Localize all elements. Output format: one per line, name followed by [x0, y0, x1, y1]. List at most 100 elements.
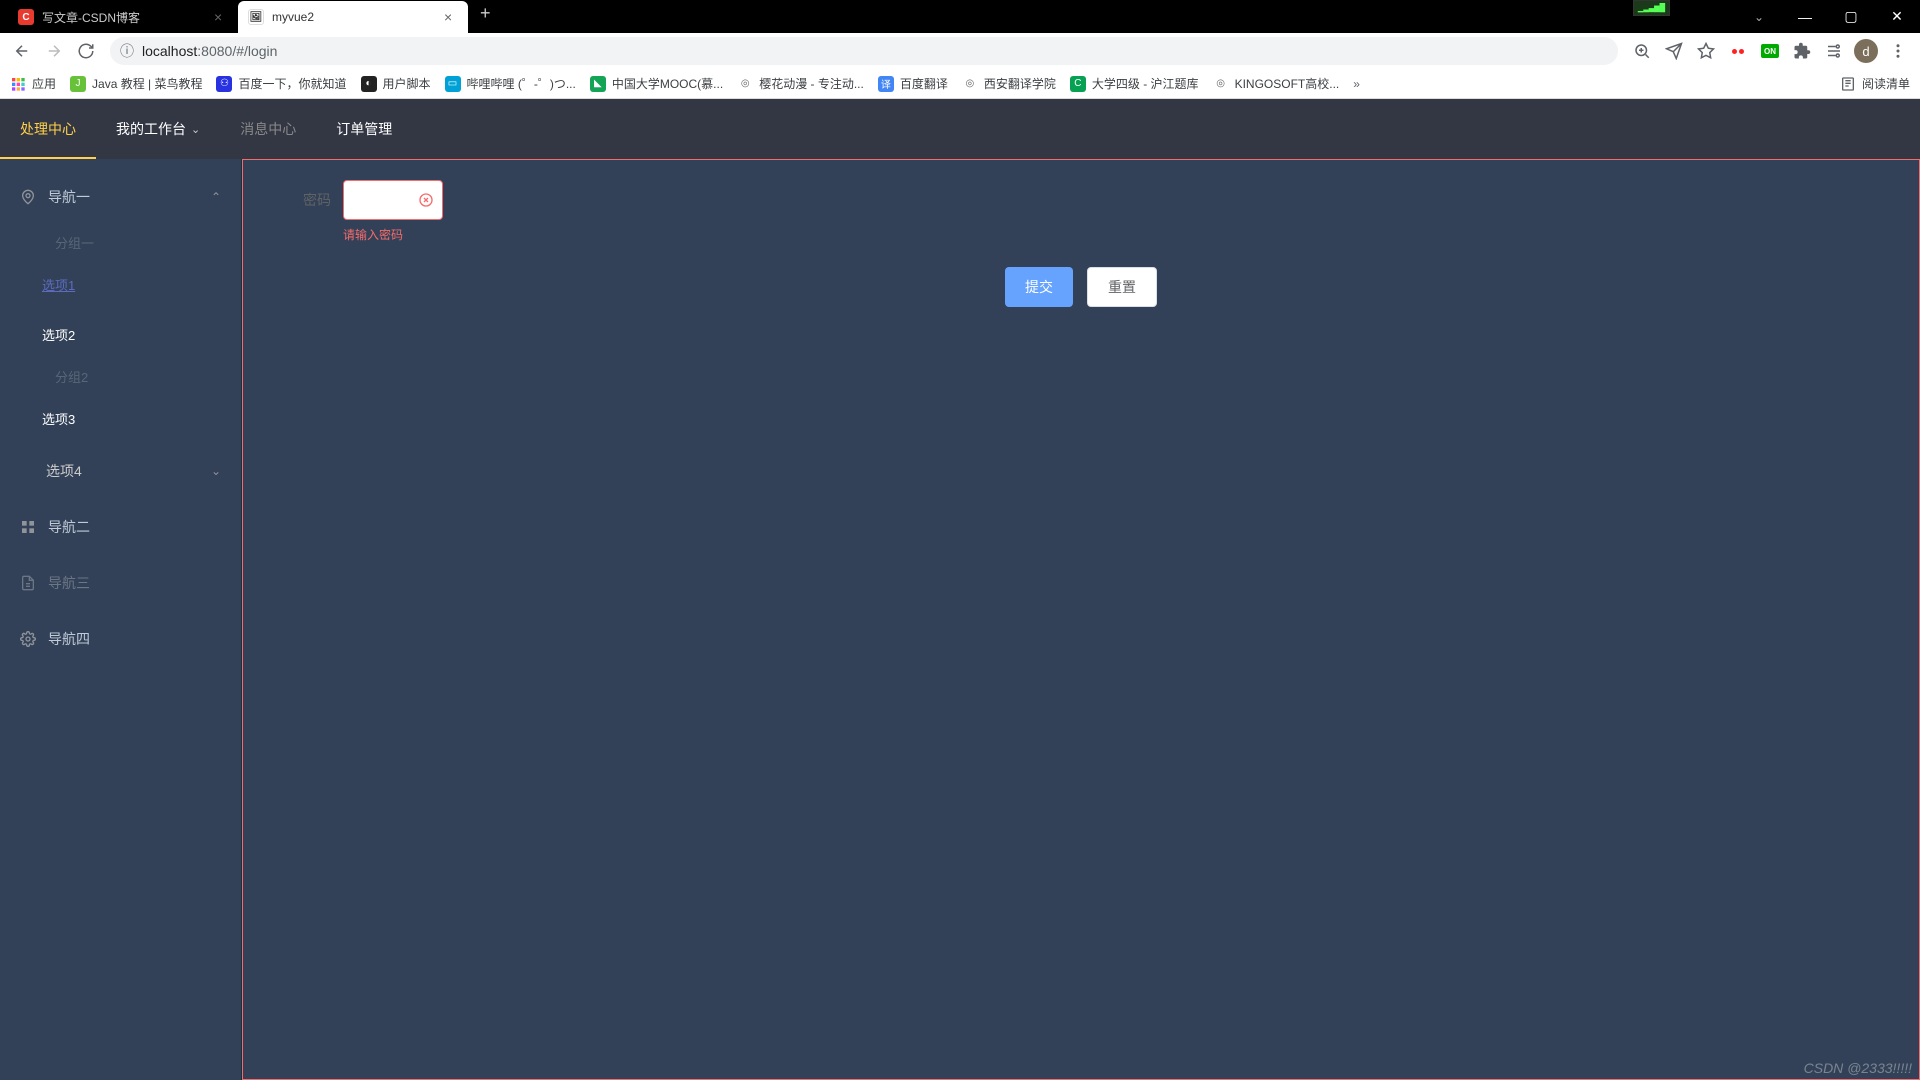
- location-icon: [20, 189, 36, 205]
- send-icon[interactable]: [1660, 37, 1688, 65]
- csdn-icon: C: [18, 9, 34, 25]
- form-button-row: 提交 重置: [243, 267, 1919, 307]
- extension-icon-1[interactable]: [1724, 37, 1752, 65]
- password-input[interactable]: [343, 180, 443, 220]
- tab-title: 写文章-CSDN博客: [42, 9, 208, 26]
- bookmark-label: 用户脚本: [383, 75, 431, 92]
- back-button[interactable]: [8, 37, 36, 65]
- bookmark-label: Java 教程 | 菜鸟教程: [92, 75, 202, 92]
- sidebar-nav-4[interactable]: 导航四: [0, 611, 241, 667]
- bookmark-item[interactable]: 译百度翻译: [878, 75, 948, 92]
- password-error-message: 请输入密码: [343, 226, 443, 243]
- apps-grid-icon: [10, 76, 26, 92]
- main-content: 密码 请输入密码 提交 重置: [242, 159, 1920, 1080]
- bookmark-label: 哔哩哔哩 (゜-゜)つ...: [467, 75, 576, 92]
- sidebar-option-3[interactable]: 选项3: [0, 393, 241, 443]
- bookmark-label: 中国大学MOOC(慕...: [612, 75, 723, 92]
- profile-avatar[interactable]: d: [1852, 37, 1880, 65]
- nav-processing-center[interactable]: 处理中心: [0, 99, 96, 159]
- reload-button[interactable]: [72, 37, 100, 65]
- bookmark-label: KINGOSOFT高校...: [1235, 75, 1340, 92]
- bookmark-icon: ⚇: [216, 76, 232, 92]
- bookmark-label: 西安翻译学院: [984, 75, 1056, 92]
- window-minimize-icon[interactable]: —: [1782, 0, 1828, 33]
- bookmark-icon: 译: [878, 76, 894, 92]
- bookmark-icon: ◎: [1213, 76, 1229, 92]
- bookmark-item[interactable]: ◎西安翻译学院: [962, 75, 1056, 92]
- bookmark-icon: ◎: [737, 76, 753, 92]
- bookmark-icon: J: [70, 76, 86, 92]
- url-host: localhost: [142, 43, 197, 59]
- document-icon: [20, 575, 36, 591]
- page-icon: 🖼: [248, 9, 264, 25]
- sidebar-group-1: 分组一: [0, 225, 241, 259]
- bookmark-item[interactable]: ▭哔哩哔哩 (゜-゜)つ...: [445, 75, 576, 92]
- sidebar-option-2[interactable]: 选项2: [0, 309, 241, 359]
- gear-icon: [20, 631, 36, 647]
- gpu-monitor-icon: ▁▂▃▅▇: [1633, 0, 1670, 16]
- app-page: 处理中心 我的工作台 ⌄ 消息中心 订单管理 导航一 ⌃ 分组一 选项1 选项2 …: [0, 99, 1920, 1080]
- bookmark-icon: C: [1070, 76, 1086, 92]
- menu-icon[interactable]: [1884, 37, 1912, 65]
- grid-icon: [20, 519, 36, 535]
- nav-label: 处理中心: [20, 119, 76, 139]
- bookmark-item[interactable]: ◎樱花动漫 - 专注动...: [737, 75, 864, 92]
- sidebar-nav-3: 导航三: [0, 555, 241, 611]
- sidebar-label: 导航三: [48, 573, 90, 593]
- submit-button[interactable]: 提交: [1005, 267, 1073, 307]
- sidebar-label: 导航一: [48, 187, 90, 207]
- tab-search-icon[interactable]: ⌄: [1736, 0, 1782, 33]
- bookmark-icon: ◐: [361, 76, 377, 92]
- sidebar-label: 导航四: [48, 629, 90, 649]
- sidebar: 导航一 ⌃ 分组一 选项1 选项2 分组2 选项3 选项4 ⌄ 导航二 导航三: [0, 159, 242, 1080]
- zoom-icon[interactable]: [1628, 37, 1656, 65]
- chevron-down-icon: ⌄: [191, 123, 200, 136]
- nav-label: 订单管理: [336, 119, 392, 139]
- bookmark-item[interactable]: J Java 教程 | 菜鸟教程: [70, 75, 202, 92]
- chevron-down-icon: ⌄: [211, 464, 221, 478]
- nav-order-manage[interactable]: 订单管理: [316, 99, 412, 159]
- window-close-icon[interactable]: ✕: [1874, 0, 1920, 33]
- settings-toggle-icon[interactable]: [1820, 37, 1848, 65]
- bookmark-label: 大学四级 - 沪江题库: [1092, 75, 1199, 92]
- bookmark-item[interactable]: ◐ 用户脚本: [361, 75, 431, 92]
- bookmark-item[interactable]: ◎ KINGOSOFT高校...: [1213, 75, 1340, 92]
- bookmark-star-icon[interactable]: [1692, 37, 1720, 65]
- forward-button[interactable]: [40, 37, 68, 65]
- address-bar: ⓘ localhost:8080/#/login ON d: [0, 33, 1920, 69]
- close-icon[interactable]: ×: [444, 10, 458, 24]
- sidebar-option-1[interactable]: 选项1: [0, 259, 241, 309]
- new-tab-button[interactable]: +: [468, 3, 503, 24]
- sidebar-label: 选项4: [46, 461, 82, 481]
- window-maximize-icon[interactable]: ▢: [1828, 0, 1874, 33]
- browser-tab-inactive[interactable]: C 写文章-CSDN博客 ×: [8, 1, 238, 33]
- nav-label: 消息中心: [240, 119, 296, 139]
- extension-icon-2[interactable]: ON: [1756, 37, 1784, 65]
- nav-workbench[interactable]: 我的工作台 ⌄: [96, 99, 220, 159]
- site-info-icon[interactable]: ⓘ: [120, 41, 134, 61]
- form-row-password: 密码 请输入密码: [243, 160, 1919, 243]
- sidebar-option-4[interactable]: 选项4 ⌄: [0, 443, 241, 499]
- sidebar-nav-1[interactable]: 导航一 ⌃: [0, 169, 241, 225]
- reading-list-label: 阅读清单: [1862, 75, 1910, 92]
- sidebar-nav-2[interactable]: 导航二: [0, 499, 241, 555]
- error-circle-icon: [418, 192, 434, 208]
- browser-tab-active[interactable]: 🖼 myvue2 ×: [238, 1, 468, 33]
- nav-label: 我的工作台: [116, 119, 186, 139]
- sidebar-group-2: 分组2: [0, 359, 241, 393]
- chevron-up-icon: ⌃: [211, 190, 221, 204]
- close-icon[interactable]: ×: [214, 10, 228, 24]
- apps-label: 应用: [32, 75, 56, 92]
- extensions-icon[interactable]: [1788, 37, 1816, 65]
- bookmark-item[interactable]: ⚇百度一下，你就知道: [216, 75, 346, 92]
- url-input[interactable]: ⓘ localhost:8080/#/login: [110, 37, 1618, 65]
- apps-button[interactable]: 应用: [10, 75, 56, 92]
- url-path: /#/login: [232, 43, 277, 59]
- bookmark-item[interactable]: C 大学四级 - 沪江题库: [1070, 75, 1199, 92]
- top-nav: 处理中心 我的工作台 ⌄ 消息中心 订单管理: [0, 99, 1920, 159]
- browser-tab-strip: C 写文章-CSDN博客 × 🖼 myvue2 × + ▁▂▃▅▇ ⌄ — ▢ …: [0, 0, 1920, 33]
- bookmark-item[interactable]: ◣中国大学MOOC(慕...: [590, 75, 723, 92]
- bookmark-overflow-icon[interactable]: »: [1353, 77, 1360, 91]
- reading-list-button[interactable]: 阅读清单: [1840, 75, 1910, 92]
- reset-button[interactable]: 重置: [1087, 267, 1157, 307]
